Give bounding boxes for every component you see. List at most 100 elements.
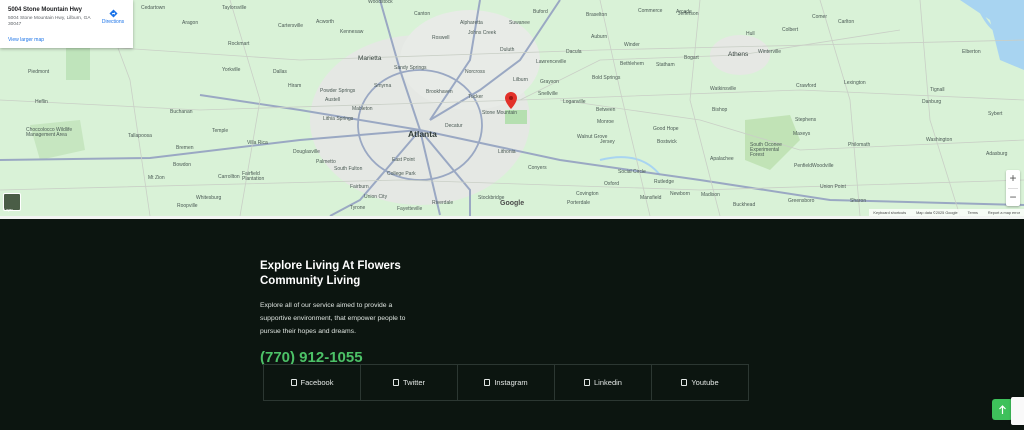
social-link-linkedin[interactable]: Linkedin (555, 365, 652, 400)
map-label-roopville: Roopville (177, 203, 198, 209)
terms-link[interactable]: Terms (968, 211, 978, 215)
zoom-out-button[interactable]: − (1006, 189, 1020, 207)
map-label-aragon: Aragon (182, 20, 199, 26)
map-label-east-point: East Point (392, 157, 415, 163)
map-label-rockmart: Rockmart (228, 41, 250, 47)
map-label-hiram: Hiram (288, 83, 302, 89)
map-label-lithia-springs: Lithia Springs (323, 116, 354, 122)
map-label-danburg: Danburg (922, 99, 942, 105)
social-link-facebook[interactable]: Facebook (264, 365, 361, 400)
map-layer-label: Layer (4, 208, 13, 212)
map-label-union-city: Union City (364, 194, 388, 200)
place-info-card: 5004 Stone Mountain Hwy 5004 Stone Mount… (0, 0, 133, 48)
map-label-college-park: College Park (387, 171, 416, 177)
social-link-instagram[interactable]: Instagram (458, 365, 555, 400)
map-label-rutledge: Rutledge (654, 179, 675, 185)
map-label-douglasville: Douglasville (293, 149, 320, 155)
map-label-conyers: Conyers (528, 165, 547, 171)
twitter-icon (392, 379, 399, 386)
report-map-error-link[interactable]: Report a map error (988, 211, 1020, 215)
social-label-twitter: Twitter (402, 378, 426, 387)
map-label-sharon: Sharon (850, 198, 867, 204)
directions-label: Directions (101, 19, 125, 25)
google-logo: Google (500, 200, 524, 207)
map-label-cedartown: Cedartown (141, 5, 166, 11)
map-label-auburn: Auburn (591, 34, 608, 40)
directions-icon (108, 9, 118, 18)
map-label-tallapoosa: Tallapoosa (128, 133, 152, 139)
map-label-crawford: Crawford (796, 83, 817, 89)
zoom-in-button[interactable]: + (1006, 170, 1020, 188)
location-pin-icon[interactable] (505, 92, 517, 109)
map-label-villa-rica: Villa Rica (247, 140, 268, 146)
instagram-icon (484, 379, 491, 386)
map-label-south-fulton: South Fulton (334, 166, 363, 172)
map-label-monroe: Monroe (597, 119, 614, 125)
map-label-sybert: Sybert (988, 111, 1003, 117)
map-label-bishop: Bishop (712, 107, 728, 113)
map-label-whitesburg: Whitesburg (196, 195, 222, 201)
map-label-alpharetta: Alpharetta (460, 20, 483, 26)
arrow-up-icon (999, 404, 1006, 414)
map-label-temple: Temple (212, 128, 229, 134)
social-label-facebook: Facebook (300, 378, 334, 387)
map-label-social-circle: Social Circle (618, 169, 646, 175)
map-label-comer: Comer (812, 14, 828, 20)
map-label-loganville: Loganville (563, 99, 586, 105)
map-label-braselton: Braselton (586, 12, 608, 18)
map-label-winder: Winder (624, 42, 640, 48)
social-link-youtube[interactable]: Youtube (652, 365, 748, 400)
map-attribution-bar: Keyboard shortcuts Map data ©2025 Google… (869, 209, 1024, 216)
map-label-choccolocco: Choccolocco Wildlife Management Area (26, 127, 73, 138)
map-label-fairburn: Fairburn (350, 184, 369, 190)
recaptcha-badge[interactable] (1011, 397, 1024, 425)
map-label-lithonia: Lithonia (498, 149, 516, 155)
map-label-roswell: Roswell (432, 35, 450, 41)
map-label-madison: Madison (701, 192, 720, 198)
map-label-bold-springs: Bold Springs (592, 75, 621, 81)
map-label-lilburn: Lilburn (513, 77, 529, 83)
footer-description: Explore all of our service aimed to prov… (260, 302, 406, 335)
map-label-palmetto: Palmetto (316, 159, 336, 165)
map-label-mt-zion: Mt Zion (148, 175, 165, 181)
map-label-bostwick: Bostwick (657, 139, 677, 145)
map-label-atlanta: Atlanta (408, 129, 437, 139)
map-label-duluth: Duluth (500, 47, 515, 53)
map-label-carrollton: Carrollton (218, 174, 240, 180)
map-label-statham: Statham (656, 62, 675, 68)
map-label-austell: Austell (325, 97, 341, 103)
map-label-newborn: Newborn (670, 191, 691, 197)
social-links-bar: Facebook Twitter Instagram Linkedin Yout… (263, 364, 749, 401)
keyboard-shortcuts-link[interactable]: Keyboard shortcuts (873, 211, 906, 215)
view-larger-map-link[interactable]: View larger map (8, 37, 44, 43)
map-label-johns-creek: Johns Creek (468, 30, 497, 36)
map-label-buford: Buford (533, 9, 548, 15)
map-label-apalachee: Apalachee (710, 156, 734, 162)
map-label-woodville: Woodville (812, 163, 834, 169)
map-label-dacula: Dacula (566, 49, 582, 55)
map-label-winterville: Winterville (758, 49, 782, 55)
map-label-taylorsville: Taylorsville (222, 5, 247, 11)
map-label-athens: Athens (728, 51, 749, 58)
directions-button[interactable]: Directions (100, 9, 126, 25)
map-label-carlton: Carlton (838, 19, 855, 25)
map-label-yorkville: Yorkville (222, 67, 241, 73)
map-label-marietta: Marietta (358, 55, 382, 62)
map-label-buchanan: Buchanan (170, 109, 193, 115)
social-label-instagram: Instagram (494, 378, 528, 387)
map-label-buckhead: Buckhead (733, 202, 756, 208)
map-label-fairfield-plantation: Fairfield Plantation (242, 171, 265, 182)
social-link-twitter[interactable]: Twitter (361, 365, 458, 400)
map-label-arcade: Arcade (676, 9, 692, 15)
map-label-decatur: Decatur (445, 123, 463, 129)
embedded-map[interactable]: Atlanta Marietta Athens Decatur Tucker S… (0, 0, 1024, 216)
map-label-lexington: Lexington (844, 80, 866, 86)
map-label-stone-mountain: Stone Mountain (482, 110, 518, 116)
map-label-greensboro: Greensboro (788, 198, 815, 204)
map-label-penfield: Penfield (794, 163, 813, 169)
back-to-top-button[interactable] (992, 399, 1013, 420)
map-label-union-point: Union Point (820, 184, 846, 190)
map-label-acworth: Acworth (316, 19, 335, 25)
zoom-controls: + − (1006, 170, 1020, 206)
map-label-kennesaw: Kennesaw (340, 29, 364, 35)
